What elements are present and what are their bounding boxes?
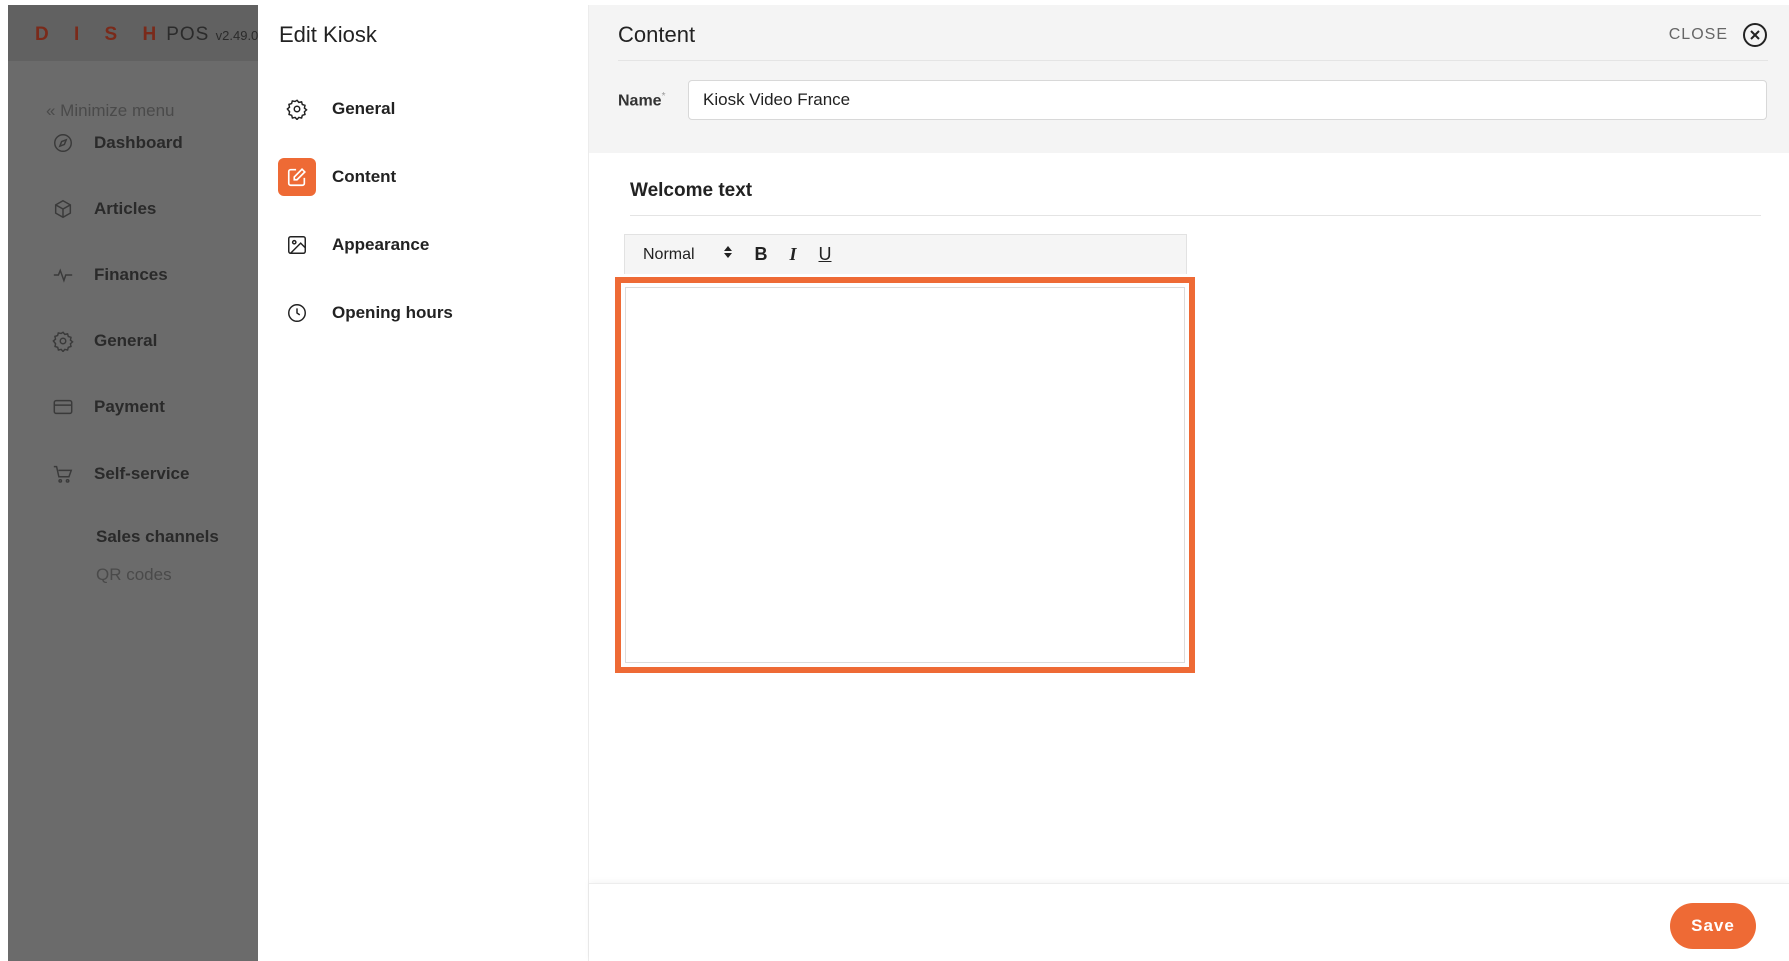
brand-logo: D I S HPOS v2.49.0 (35, 24, 258, 46)
card-icon (52, 396, 74, 418)
format-select-value: Normal (643, 245, 695, 263)
italic-button[interactable]: I (777, 244, 809, 265)
brand-version: v2.49.0 (215, 28, 259, 43)
compass-icon (52, 132, 74, 154)
rich-text-toolbar: Normal B I U (624, 234, 1187, 274)
name-label-text: Name (618, 92, 662, 110)
app-window: D I S HPOS v2.49.0 « Minimize menu Dashb… (0, 0, 1789, 961)
edit-nav-label: Opening hours (332, 303, 453, 322)
content-header: Content CLOSE Name* (589, 5, 1789, 153)
brand-product: POS (166, 24, 210, 45)
sidebar-subitem-sales-channels[interactable]: Sales channels (96, 527, 219, 547)
required-marker: * (661, 91, 666, 102)
sidebar-item-label: Dashboard (94, 133, 183, 152)
edit-nav-opening-hours[interactable]: Opening hours (278, 293, 453, 333)
header-divider (618, 60, 1768, 61)
sidebar-subitem-qr-codes[interactable]: QR codes (96, 565, 172, 585)
welcome-divider (630, 215, 1761, 216)
save-button[interactable]: Save (1670, 903, 1756, 949)
name-input[interactable] (688, 80, 1767, 120)
main-sidebar: D I S HPOS v2.49.0 « Minimize menu Dashb… (8, 5, 258, 961)
footer-bar: Save (589, 883, 1789, 961)
cart-icon (52, 463, 74, 485)
sidebar-item-payment[interactable]: Payment (52, 393, 165, 421)
close-button[interactable]: CLOSE (1669, 22, 1768, 48)
sidebar-item-label: Finances (94, 265, 168, 284)
edit-nav-label: Appearance (332, 235, 430, 254)
minimize-menu-link[interactable]: « Minimize menu (46, 101, 175, 121)
sidebar-item-self-service[interactable]: Self-service (52, 460, 189, 488)
sort-arrows-icon (723, 245, 733, 264)
welcome-text-editor-highlight (615, 277, 1195, 673)
bold-button[interactable]: B (745, 244, 777, 265)
edit-nav-general[interactable]: General (278, 89, 395, 129)
close-label: CLOSE (1668, 26, 1728, 43)
sidebar-item-finances[interactable]: Finances (52, 261, 168, 289)
gear-icon (52, 330, 74, 352)
format-select[interactable]: Normal (643, 245, 733, 264)
content-title: Content (618, 22, 696, 47)
brand-name: D I S H (35, 24, 167, 45)
image-icon (278, 226, 316, 264)
sidebar-item-label: Payment (94, 397, 165, 416)
name-label: Name* (618, 91, 665, 110)
edit-nav-content[interactable]: Content (278, 157, 396, 197)
sidebar-item-label: General (94, 331, 158, 350)
edit-nav-label: General (332, 99, 396, 118)
clock-icon (278, 294, 316, 332)
panel-title: Edit Kiosk (279, 22, 377, 47)
edit-nav-appearance[interactable]: Appearance (278, 225, 429, 265)
edit-icon (278, 158, 316, 196)
edit-kiosk-panel: Edit Kiosk General Content Appearance Op… (258, 5, 588, 961)
welcome-text-editor[interactable] (625, 287, 1185, 663)
box-icon (52, 198, 74, 220)
close-icon (1742, 22, 1768, 48)
sidebar-item-articles[interactable]: Articles (52, 195, 156, 223)
edit-nav-label: Content (332, 167, 397, 186)
sidebar-item-label: Self-service (94, 464, 190, 483)
sidebar-item-general[interactable]: General (52, 327, 157, 355)
content-panel: Content CLOSE Name* Welcome text Normal … (588, 5, 1789, 961)
sidebar-item-label: Articles (94, 199, 157, 218)
welcome-text-title: Welcome text (630, 180, 753, 201)
pulse-icon (52, 264, 74, 286)
gear-icon (278, 90, 316, 128)
sidebar-item-dashboard[interactable]: Dashboard (52, 129, 183, 157)
underline-button[interactable]: U (809, 244, 841, 265)
